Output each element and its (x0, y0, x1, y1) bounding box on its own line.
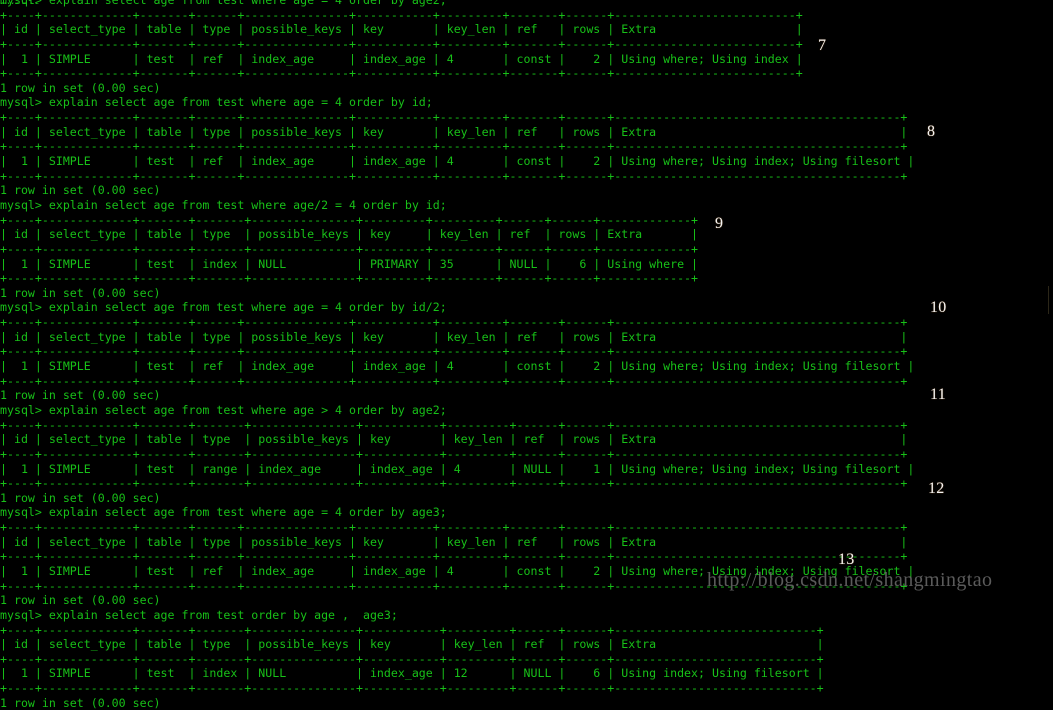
table-rule: +----+-------------+-------+------+-----… (0, 549, 908, 564)
table-rule: +----+-------------+-------+------+-----… (0, 139, 908, 154)
result-footer: 1 row in set (0.00 sec) (0, 695, 161, 710)
table-data-row: | 1 | SIMPLE | test | index | NULL | ind… (0, 666, 824, 681)
table-rule: +----+-------------+-------+------+-----… (0, 520, 908, 535)
terminal-output[interactable]: mysql> explain select age from test wher… (0, 0, 1053, 710)
callout-number-8: 8 (927, 123, 936, 140)
table-rule: +----+-------------+-------+------+-----… (0, 344, 908, 359)
callout-number-11: 11 (930, 386, 947, 403)
result-footer: 1 row in set (0.00 sec) (0, 183, 161, 198)
command-line: mysql> explain select age from test wher… (0, 0, 447, 7)
callout-number-13: 13 (838, 551, 855, 568)
table-data-row: | 1 | SIMPLE | test | index | NULL | PRI… (0, 256, 699, 271)
table-rule: +----+-------------+-------+-------+----… (0, 271, 699, 286)
callout-number-12: 12 (928, 480, 945, 497)
table-header-row: | id | select_type | table | type | poss… (0, 124, 908, 139)
command-line: mysql> explain select age from test orde… (0, 607, 398, 622)
table-data-row: | 1 | SIMPLE | test | range | index_age … (0, 461, 915, 476)
table-rule: +----+-------------+-------+-------+----… (0, 622, 824, 637)
table-rule: +----+-------------+-------+-------+----… (0, 241, 699, 256)
table-header-row: | id | select_type | table | type | poss… (0, 534, 908, 549)
command-line: mysql> explain select age from test wher… (0, 197, 447, 212)
result-footer: 1 row in set (0.00 sec) (0, 490, 161, 505)
command-line: mysql> explain select age from test wher… (0, 402, 447, 417)
callout-number-9: 9 (715, 215, 724, 232)
table-rule: +----+-------------+-------+-------+----… (0, 417, 908, 432)
callout-number-7: 7 (818, 37, 827, 54)
table-rule: +----+-------------+-------+------+-----… (0, 315, 908, 330)
table-data-row: | 1 | SIMPLE | test | ref | index_age | … (0, 359, 915, 374)
command-line: mysql> explain select age from test wher… (0, 300, 447, 315)
table-header-row: | id | select_type | table | type | poss… (0, 637, 824, 652)
table-rule: +----+-------------+-------+------+-----… (0, 373, 908, 388)
table-rule: +----+-------------+-------+------+-----… (0, 110, 908, 125)
table-rule: +----+-------------+-------+------+-----… (0, 66, 803, 81)
result-footer: 1 row in set (0.00 sec) (0, 388, 161, 403)
callout-number-10: 10 (930, 299, 947, 316)
command-line: mysql> explain select age from test wher… (0, 95, 433, 110)
watermark-text: http://blog.csdn.net/shangmingtao (707, 569, 993, 591)
result-footer: 1 row in set (0.00 sec) (0, 593, 161, 608)
table-rule: +----+-------------+-------+------+-----… (0, 168, 908, 183)
table-rule: +----+-------------+-------+------+-----… (0, 36, 803, 51)
right-edge-artifact (1048, 286, 1049, 314)
table-rule: +----+-------------+-------+-------+----… (0, 212, 699, 227)
command-line: mysql> explain select age from test wher… (0, 505, 447, 520)
table-rule: +----+-------------+-------+-------+----… (0, 681, 824, 696)
table-header-row: | id | select_type | table | type | poss… (0, 329, 908, 344)
table-header-row: | id | select_type | table | type | poss… (0, 22, 803, 37)
result-footer: 1 row in set (0.00 sec) (0, 285, 161, 300)
table-rule: +----+-------------+-------+-------+----… (0, 476, 908, 491)
table-header-row: | id | select_type | table | type | poss… (0, 432, 908, 447)
table-data-row: | 1 | SIMPLE | test | ref | index_age | … (0, 154, 915, 169)
result-footer: 1 row in set (0.00 sec) (0, 80, 161, 95)
table-data-row: | 1 | SIMPLE | test | ref | index_age | … (0, 51, 803, 66)
table-rule: +----+-------------+-------+-------+----… (0, 651, 824, 666)
table-rule: +----+-------------+-------+------+-----… (0, 7, 803, 22)
table-header-row: | id | select_type | table | type | poss… (0, 227, 699, 242)
table-rule: +----+-------------+-------+-------+----… (0, 446, 908, 461)
